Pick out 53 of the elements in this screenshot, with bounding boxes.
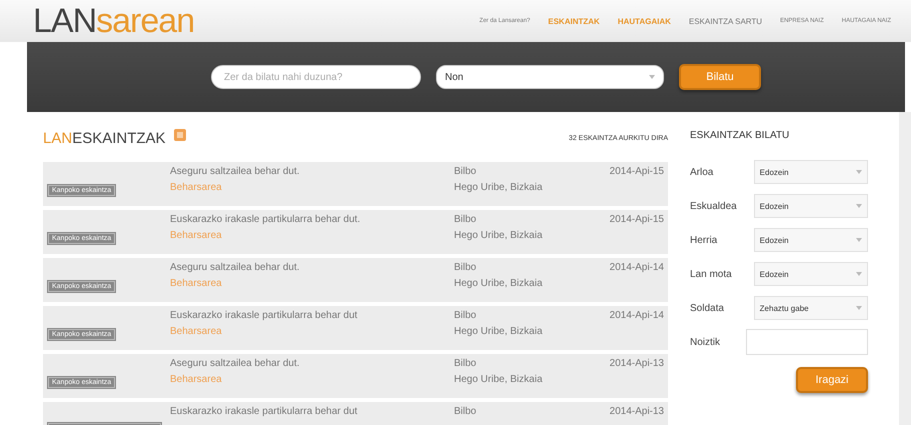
city-text: Bilbo bbox=[454, 406, 478, 417]
location-select[interactable]: Non bbox=[436, 65, 664, 89]
dropdown-caret-icon bbox=[856, 306, 862, 310]
job-title[interactable]: Aseguru saltzailea behar dut. bbox=[170, 358, 454, 369]
date-text: 2014-Api-13 bbox=[608, 358, 664, 371]
filter-select[interactable]: Edozein bbox=[754, 194, 868, 218]
filter-select[interactable]: Edozein bbox=[754, 228, 868, 252]
date-text: 2014-Api-14 bbox=[608, 262, 664, 275]
region-text: Hego Uribe, Bizkaia bbox=[454, 230, 544, 241]
city-text: Bilbo bbox=[454, 166, 478, 177]
city-text: Bilbo bbox=[454, 310, 478, 321]
date-text: 2014-Api-15 bbox=[608, 166, 664, 179]
dropdown-caret-icon bbox=[856, 238, 862, 242]
filter-label: Lan mota bbox=[690, 268, 733, 280]
filter-label: Eskualdea bbox=[690, 200, 738, 212]
filter-label: Herria bbox=[690, 234, 718, 246]
section-title: LANESKAINTZAK bbox=[43, 130, 166, 146]
job-title[interactable]: Aseguru saltzailea behar dut. bbox=[170, 262, 454, 273]
search-button[interactable]: Bilatu bbox=[679, 64, 761, 90]
region-text: Hego Uribe, Bizkaia bbox=[454, 374, 544, 385]
job-title[interactable]: Euskarazko irakasle partikularra behar dut bbox=[170, 310, 454, 321]
feed-icon[interactable] bbox=[174, 129, 186, 141]
filter-select[interactable]: Edozein bbox=[754, 160, 868, 184]
region-text: Hego Uribe, Bizkaia bbox=[454, 326, 544, 337]
city-text: Bilbo bbox=[454, 358, 478, 369]
filter-label: Noiztik bbox=[690, 336, 722, 348]
filter-select[interactable]: Zehaztu gabe bbox=[754, 296, 868, 320]
filter-label: Soldata bbox=[690, 302, 725, 314]
region-text: Hego Uribe, Bizkaia bbox=[454, 182, 544, 193]
job-title[interactable]: Aseguru saltzailea behar dut. bbox=[170, 166, 454, 177]
dropdown-caret-icon bbox=[856, 170, 862, 174]
site-logo[interactable]: LANsarean bbox=[33, 4, 194, 38]
job-row[interactable]: Euskarazko irakasle partikularra behar dut Bilbo 2014-Api-13 bbox=[43, 402, 668, 425]
search-field[interactable]: Zer da bilatu nahi duzuna? bbox=[211, 65, 421, 89]
job-title[interactable]: Euskarazko irakasle partikularra behar dut. bbox=[170, 214, 454, 225]
date-field[interactable] bbox=[746, 329, 868, 355]
nav-link[interactable]: ESKAINTZA SARTU bbox=[688, 16, 762, 26]
date-text: 2014-Api-13 bbox=[608, 406, 664, 419]
region-text: Hego Uribe, Bizkaia bbox=[454, 278, 544, 289]
filter-button[interactable]: Iragazi bbox=[796, 367, 868, 393]
dropdown-caret-icon bbox=[649, 75, 655, 79]
nav-link[interactable]: HAUTAGAIAK bbox=[618, 16, 671, 26]
city-text: Bilbo bbox=[454, 214, 478, 225]
date-text: 2014-Api-15 bbox=[608, 214, 664, 227]
filter-select[interactable]: Edozein bbox=[754, 262, 868, 286]
nav-link[interactable]: ESKAINTZAK bbox=[548, 16, 600, 26]
date-text: 2014-Api-14 bbox=[608, 310, 664, 323]
dropdown-caret-icon bbox=[856, 204, 862, 208]
job-title[interactable]: Euskarazko irakasle partikularra behar dut bbox=[170, 406, 454, 417]
city-text: Bilbo bbox=[454, 262, 478, 273]
dropdown-caret-icon bbox=[856, 272, 862, 276]
filter-title: ESKAINTZAK BILATU bbox=[690, 130, 790, 141]
filter-label: Arloa bbox=[690, 166, 714, 178]
